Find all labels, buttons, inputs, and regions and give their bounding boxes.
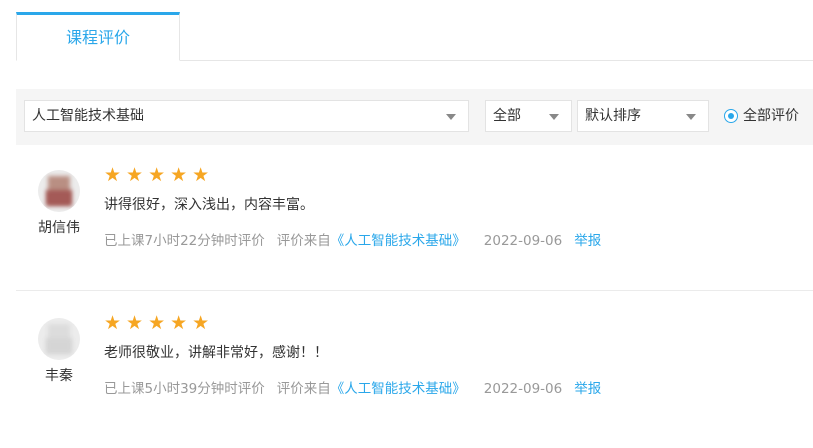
attended-time: 已上课7小时22分钟时评价 [104, 233, 265, 249]
divider [16, 290, 813, 291]
avatar[interactable] [38, 318, 80, 360]
review-date: 2022-09-06 [483, 381, 563, 397]
review-date: 2022-09-06 [483, 233, 563, 249]
chevron-down-icon [446, 114, 456, 120]
course-select-value: 人工智能技术基础 [32, 108, 144, 124]
rating-stars: ★★★★★ [104, 164, 215, 186]
review-username[interactable]: 胡信伟 [16, 217, 102, 237]
sort-select-value: 默认排序 [585, 108, 641, 124]
radio-checked-icon[interactable] [724, 109, 738, 123]
all-reviews-radio[interactable]: 全部评价 [724, 100, 799, 132]
review-item: 丰秦 ★★★★★ 老师很敬业，讲解非常好，感谢！！ 已上课5小时39分钟时评价评… [16, 312, 813, 448]
tab-bar: 课程评价 [16, 0, 813, 61]
sort-select[interactable]: 默认排序 [577, 100, 709, 132]
avatar[interactable] [38, 170, 80, 212]
report-link[interactable]: 举报 [574, 233, 601, 249]
chevron-down-icon [686, 114, 696, 120]
source-prefix: 评价来自 [276, 233, 331, 249]
rating-stars: ★★★★★ [104, 312, 215, 334]
filter-bar: 人工智能技术基础 全部 默认排序 全部评价 [16, 89, 813, 145]
review-meta: 已上课5小时39分钟时评价 评价来自《人工智能技术基础》 2022-09-06 举报 [104, 377, 601, 397]
course-link[interactable]: 《人工智能技术基础》 [331, 233, 466, 249]
course-select[interactable]: 人工智能技术基础 [24, 100, 469, 132]
review-item: 胡信伟 ★★★★★ 讲得很好，深入浅出，内容丰富。 已上课7小时22分钟时评价评… [16, 164, 813, 300]
tab-course-review[interactable]: 课程评价 [16, 12, 180, 61]
review-content: 讲得很好，深入浅出，内容丰富。 [104, 197, 314, 213]
report-link[interactable]: 举报 [574, 381, 601, 397]
type-select-value: 全部 [493, 108, 521, 124]
radio-label: 全部评价 [743, 108, 799, 124]
attended-time: 已上课5小时39分钟时评价 [104, 381, 265, 397]
source-prefix: 评价来自 [276, 381, 331, 397]
review-meta: 已上课7小时22分钟时评价 评价来自《人工智能技术基础》 2022-09-06 举报 [104, 229, 601, 249]
review-username[interactable]: 丰秦 [16, 365, 102, 385]
review-content: 老师很敬业，讲解非常好，感谢！！ [104, 345, 328, 361]
chevron-down-icon [549, 114, 559, 120]
type-select[interactable]: 全部 [485, 100, 572, 132]
course-link[interactable]: 《人工智能技术基础》 [331, 381, 466, 397]
